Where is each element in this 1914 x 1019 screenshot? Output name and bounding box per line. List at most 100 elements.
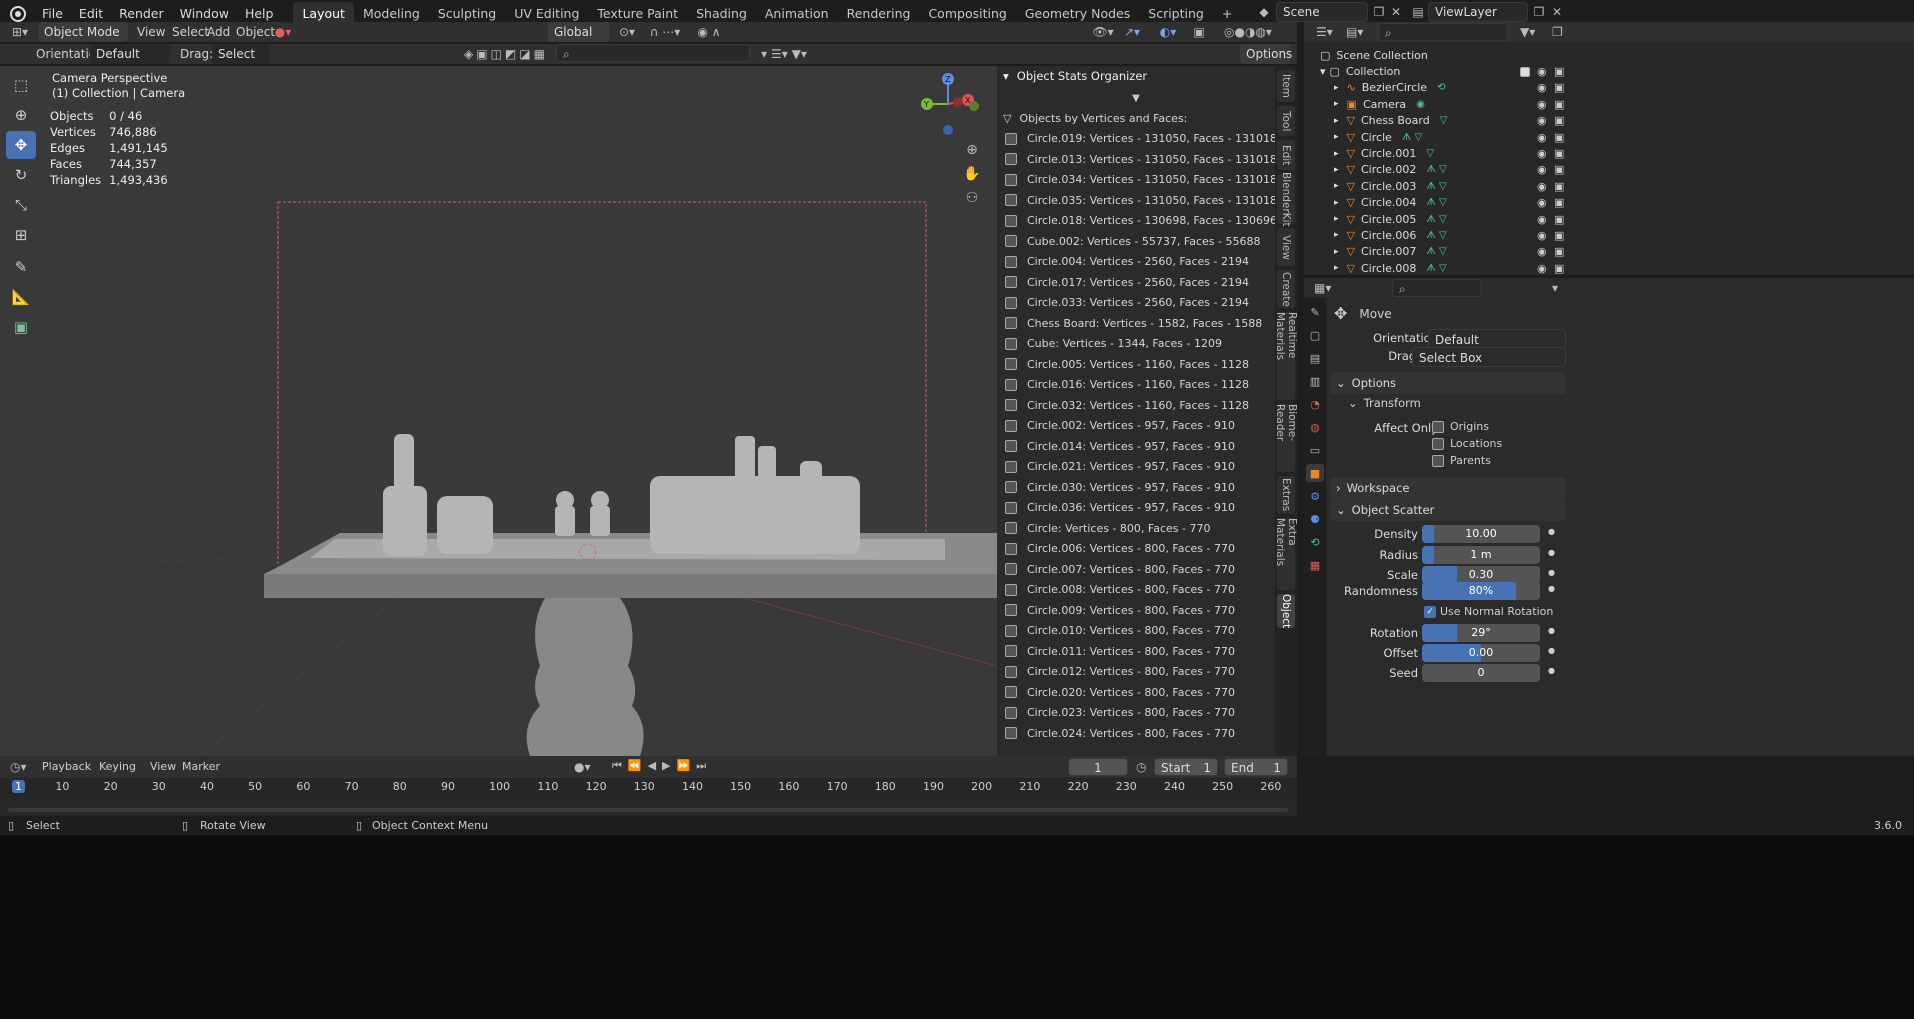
xray-icon[interactable]: ▣ (1190, 25, 1208, 39)
modifier-data-icon[interactable]: ᗑ ▽ (1426, 197, 1446, 208)
start-frame-field[interactable]: Start 1 (1154, 758, 1218, 776)
select-object-checkbox[interactable] (1005, 378, 1017, 391)
select-object-checkbox[interactable] (1005, 645, 1017, 658)
param-slider[interactable]: 0.00 (1422, 644, 1540, 662)
render-icon[interactable]: ▣ (1554, 65, 1564, 78)
sidebar-tab-edit[interactable]: Edit (1277, 140, 1295, 170)
eye-icon[interactable]: ◉ (1537, 65, 1547, 78)
select-object-checkbox[interactable] (1005, 542, 1017, 555)
checkbox-box[interactable] (1432, 454, 1444, 467)
organizer-item[interactable]: Circle.023: Vertices - 800, Faces - 770 (997, 703, 1275, 724)
viewport-search-input[interactable]: ⌕ (556, 44, 750, 62)
menu-view[interactable]: View (137, 25, 165, 39)
outliner-item[interactable]: ▸ ▽ Circle.001 ▽ ◉ ▣ (1304, 145, 1914, 161)
select-object-checkbox[interactable] (1005, 665, 1017, 678)
selectability-filter-icons[interactable]: ◈▣◫◩◪▦ (460, 47, 552, 61)
modifiers-tab-icon[interactable]: ⚙ (1306, 487, 1324, 505)
outliner-item[interactable]: ▸ ∿ BezierCircle ⟲ ◉ ▣ (1304, 80, 1914, 96)
add-cube-icon[interactable]: ▣ (6, 313, 36, 341)
playback-menu[interactable]: Playback (42, 760, 91, 773)
eye-icon[interactable]: ◉ (1537, 131, 1547, 144)
outliner-item[interactable]: ▸ ▽ Circle.007 ᗑ ▽ ◉ ▣ (1304, 244, 1914, 260)
organizer-item[interactable]: Circle.032: Vertices - 1160, Faces - 112… (997, 395, 1275, 416)
organizer-item[interactable]: Chess Board: Vertices - 1582, Faces - 15… (997, 313, 1275, 334)
select-object-checkbox[interactable] (1005, 522, 1017, 535)
keyframe-dot-icon[interactable]: ● (1548, 568, 1555, 577)
modifier-data-icon[interactable]: ◉ (1416, 99, 1425, 110)
keyframe-dot-icon[interactable]: ● (1548, 584, 1555, 593)
expand-icon[interactable]: ▸ (1334, 198, 1339, 208)
select-object-checkbox[interactable] (1005, 460, 1017, 473)
measure-icon[interactable]: 📐 (6, 283, 36, 311)
select-object-checkbox[interactable] (1005, 296, 1017, 309)
modifier-data-icon[interactable]: ᗑ ▽ (1426, 263, 1446, 274)
select-object-checkbox[interactable] (1005, 624, 1017, 637)
select-object-checkbox[interactable] (1005, 173, 1017, 186)
eye-icon[interactable]: ◉ (1537, 229, 1547, 242)
playhead[interactable]: 1 (12, 780, 25, 793)
outliner-item[interactable]: ▸ ▽ Circle.002 ᗑ ▽ ◉ ▣ (1304, 162, 1914, 178)
render-icon[interactable]: ▣ (1554, 245, 1564, 258)
end-frame-field[interactable]: End 1 (1224, 758, 1288, 776)
select-object-checkbox[interactable] (1005, 358, 1017, 371)
eye-icon[interactable]: ◉ (1537, 114, 1547, 127)
organizer-item[interactable]: Circle.012: Vertices - 800, Faces - 770 (997, 662, 1275, 683)
sidebar-tab-biome-reader[interactable]: Biome-Reader (1274, 404, 1298, 472)
eye-icon[interactable]: ◉ (1537, 81, 1547, 94)
render-icon[interactable]: ▣ (1554, 81, 1564, 94)
keyframe-dot-icon[interactable]: ● (1548, 548, 1555, 557)
view-menu[interactable]: View (150, 760, 176, 773)
object-tab-icon[interactable]: ■ (1306, 464, 1324, 482)
organizer-item[interactable]: Circle.018: Vertices - 130698, Faces - 1… (997, 211, 1275, 232)
output-tab-icon[interactable]: ▤ (1306, 349, 1324, 367)
organizer-item[interactable]: Circle.020: Vertices - 800, Faces - 770 (997, 682, 1275, 703)
sidebar-tab-view[interactable]: View (1277, 228, 1295, 266)
delete-view-layer-icon[interactable]: ✕ (1550, 5, 1564, 19)
proportional-edit-icon[interactable]: ◉ ∧ (692, 25, 726, 39)
render-icon[interactable]: ▣ (1554, 196, 1564, 209)
sidebar-tab-create[interactable]: Create (1277, 270, 1295, 308)
sidebar-tab-object[interactable]: Object (1277, 594, 1295, 628)
select-object-checkbox[interactable] (1005, 276, 1017, 289)
render-tab-icon[interactable]: ▢ (1306, 326, 1324, 344)
zoom-icon[interactable]: ⊕ (962, 142, 982, 158)
select-object-checkbox[interactable] (1005, 583, 1017, 596)
sidebar-tab-realtime-materials[interactable]: Realtime Materials (1274, 312, 1298, 400)
outliner-item[interactable]: ▸ ▽ Circle.006 ᗑ ▽ ◉ ▣ (1304, 227, 1914, 243)
expand-icon[interactable]: ▸ (1334, 165, 1339, 175)
new-collection-icon[interactable]: ❐ (1552, 25, 1563, 39)
properties-editor-icon[interactable]: ▦▾ (1314, 281, 1331, 295)
delete-scene-icon[interactable]: ✕ (1389, 5, 1403, 19)
outliner-item[interactable]: ▸ ▽ Circle.003 ᗑ ▽ ◉ ▣ (1304, 178, 1914, 194)
options-section[interactable]: ⌄ Options (1330, 372, 1566, 394)
transform-icon[interactable]: ⊞ (6, 221, 36, 249)
organizer-item[interactable]: Circle.005: Vertices - 1160, Faces - 112… (997, 354, 1275, 375)
modifier-data-icon[interactable]: ⟲ (1437, 82, 1445, 93)
keyframe-dot-icon[interactable]: ● (1548, 646, 1555, 655)
modifier-data-icon[interactable]: ᗑ ▽ (1426, 246, 1446, 257)
select-object-checkbox[interactable] (1005, 706, 1017, 719)
select-object-checkbox[interactable] (1005, 399, 1017, 412)
organizer-item[interactable]: Circle.033: Vertices - 2560, Faces - 219… (997, 293, 1275, 314)
select-object-checkbox[interactable] (1005, 419, 1017, 432)
eye-icon[interactable]: ◉ (1537, 245, 1547, 258)
scene-tab-icon[interactable]: ◔ (1306, 395, 1324, 413)
sort-dropdown-icon[interactable]: ▼ (997, 86, 1275, 108)
eye-icon[interactable]: ◉ (1537, 180, 1547, 193)
render-icon[interactable]: ▣ (1554, 262, 1564, 275)
keyframe-dot-icon[interactable]: ● (1548, 527, 1555, 536)
render-icon[interactable]: ▣ (1554, 147, 1564, 160)
gizmo-toggle-icon[interactable]: ↗▾ (1118, 25, 1146, 39)
clock-icon[interactable]: ◷ (1136, 760, 1146, 774)
modifier-data-icon[interactable]: ᗑ ▽ (1426, 181, 1446, 192)
select-object-checkbox[interactable] (1005, 194, 1017, 207)
visibility-icon[interactable]: 👁▾ (1088, 25, 1118, 39)
organizer-item[interactable]: Circle.016: Vertices - 1160, Faces - 112… (997, 375, 1275, 396)
properties-options-icon[interactable]: ▾ (1552, 281, 1558, 295)
scale-icon[interactable]: ⤡ (6, 191, 36, 219)
transform-subsection[interactable]: ⌄ Transform (1348, 396, 1421, 410)
organizer-item[interactable]: Circle.004: Vertices - 2560, Faces - 219… (997, 252, 1275, 273)
select-object-checkbox[interactable] (1005, 214, 1017, 227)
organizer-item[interactable]: Circle.011: Vertices - 800, Faces - 770 (997, 641, 1275, 662)
render-icon[interactable]: ▣ (1554, 98, 1564, 111)
